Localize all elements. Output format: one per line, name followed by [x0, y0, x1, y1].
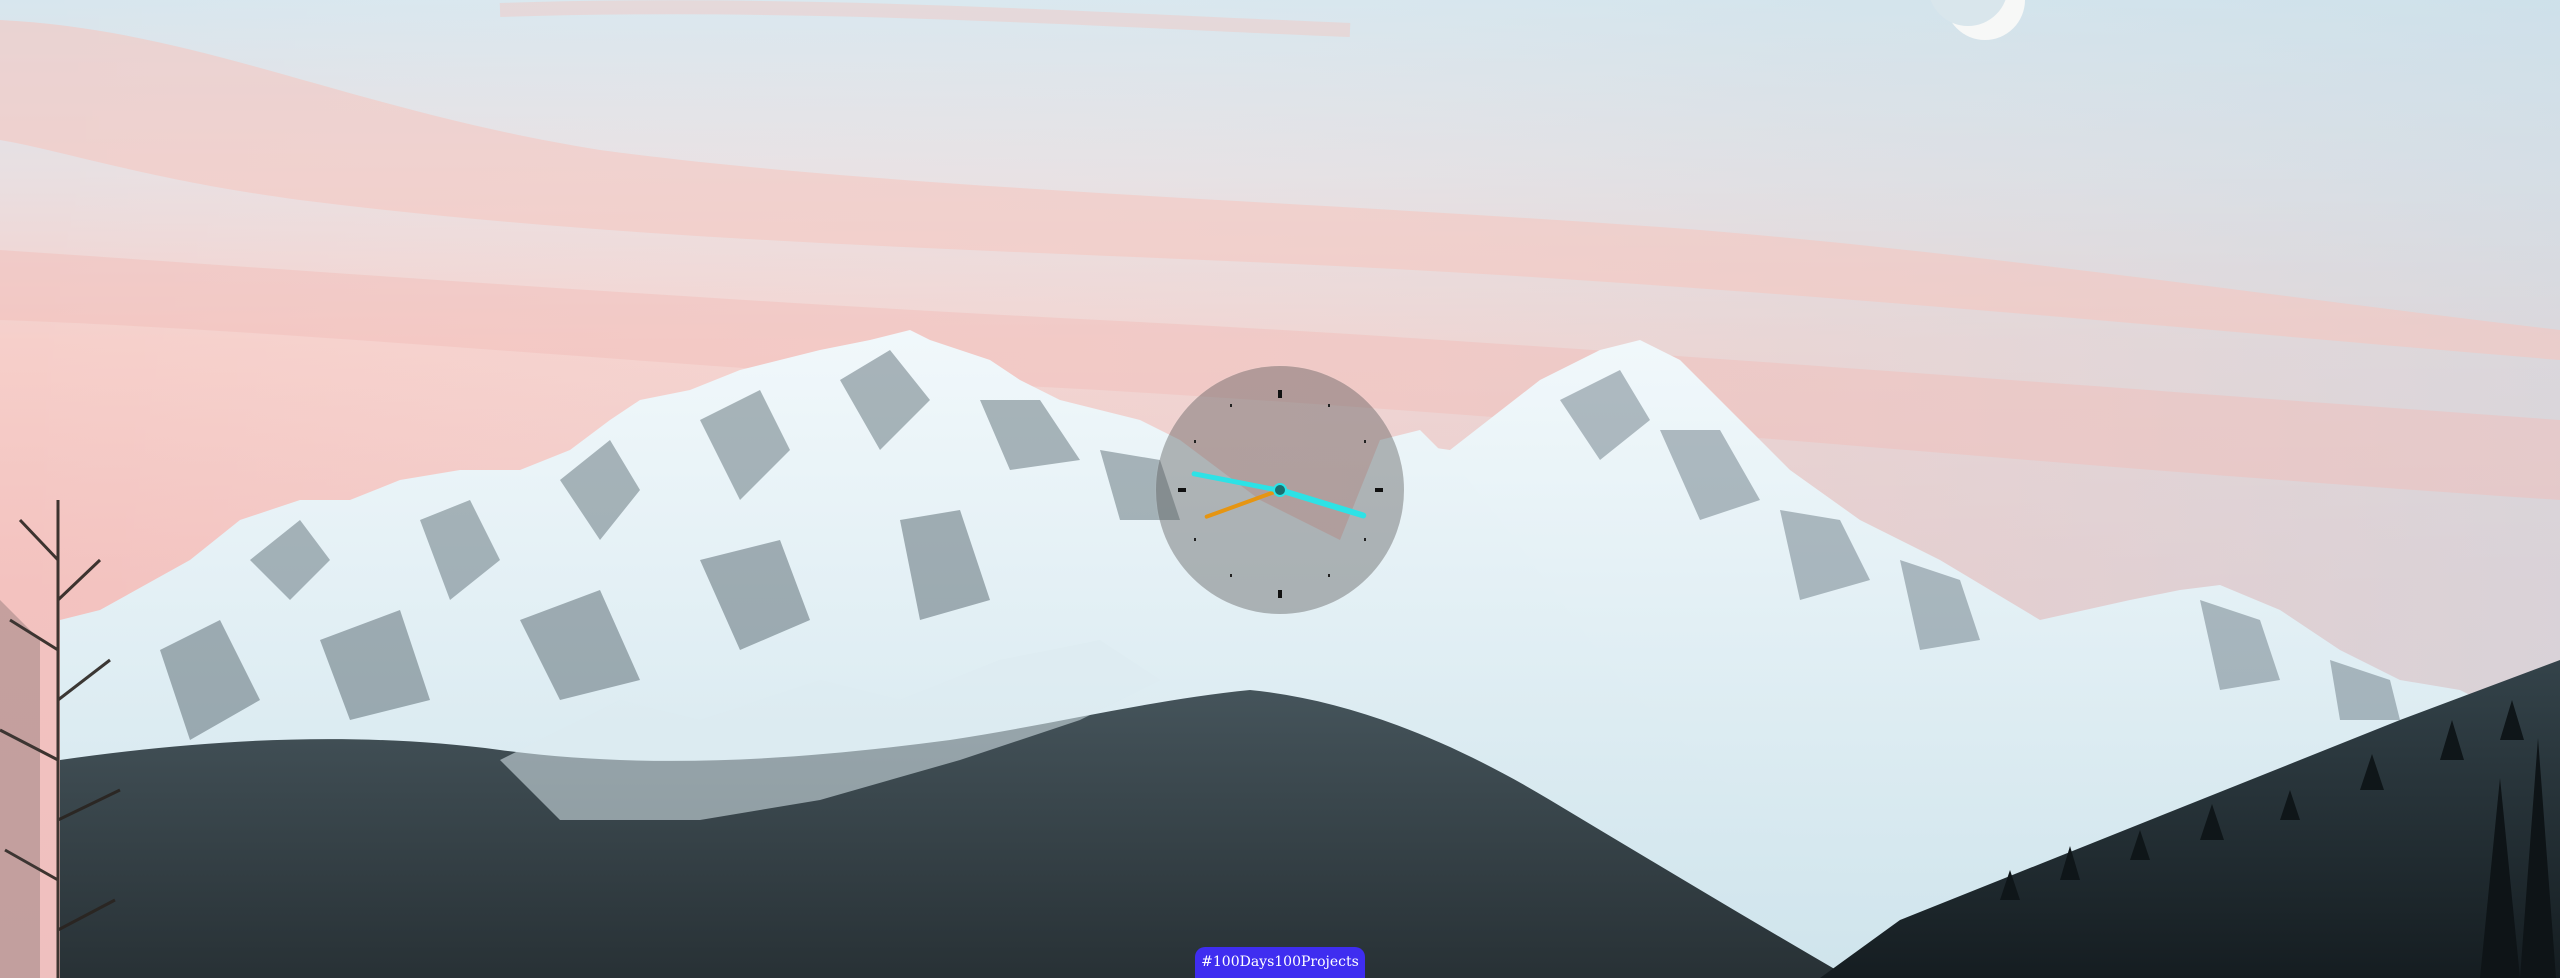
second-hand: [1191, 470, 1281, 493]
hashtag-link-button[interactable]: #100Days100Projects: [1195, 947, 1365, 978]
minute-hand: [1279, 487, 1367, 520]
clock-mark-11: [1230, 404, 1232, 407]
clock-mark-5: [1328, 574, 1330, 577]
clock-mark-1: [1328, 404, 1330, 407]
clock-mark-3: [1375, 488, 1383, 492]
clock-mark-9: [1178, 488, 1186, 492]
clock-mark-4: [1364, 538, 1366, 541]
clock-mark-8: [1194, 538, 1196, 541]
clock-mark-6: [1278, 590, 1282, 598]
clock-mark-12: [1278, 390, 1282, 398]
analog-clock: [1156, 366, 1404, 614]
clock-center: [1273, 483, 1287, 497]
clock-mark-2: [1364, 440, 1366, 443]
hour-hand: [1204, 488, 1281, 520]
clock-mark-7: [1230, 574, 1232, 577]
clock-mark-10: [1194, 440, 1196, 443]
